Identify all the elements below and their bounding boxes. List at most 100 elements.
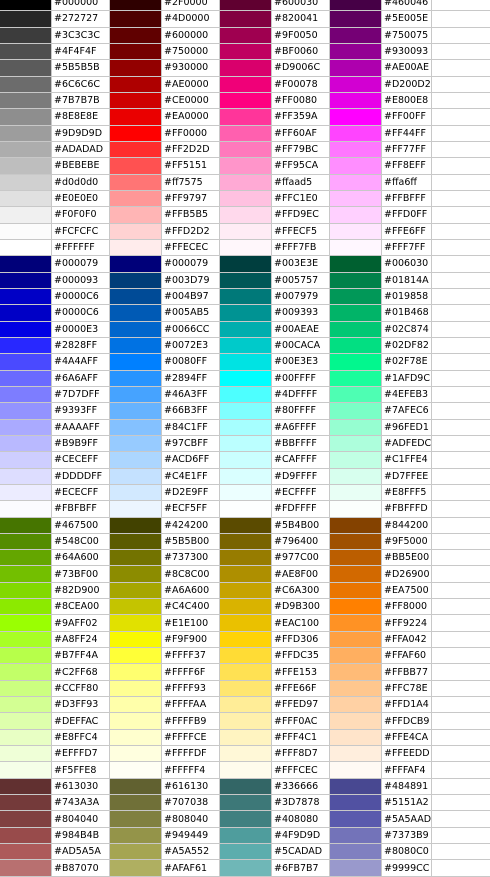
hex-code-label: #820041 <box>272 11 330 27</box>
palette-row: #D3FF93 #FFFFAA #FFED97 #FFD1A4 <box>0 697 490 714</box>
color-swatch <box>330 27 382 43</box>
color-swatch <box>110 811 162 827</box>
color-swatch <box>220 207 272 223</box>
hex-code-label: #7AFEC6 <box>382 403 432 419</box>
color-entry: #80FFFF <box>220 403 330 419</box>
color-swatch <box>0 452 52 468</box>
color-swatch <box>0 860 52 876</box>
color-entry: #0066CC <box>110 321 220 337</box>
color-swatch <box>220 158 272 174</box>
color-entry: #000000 <box>0 0 110 11</box>
color-swatch <box>330 860 382 876</box>
color-entry: #467500 <box>0 517 110 533</box>
color-entry: #4EFEB3 <box>330 386 432 403</box>
hex-code-label: #DDDDFF <box>52 468 110 484</box>
palette-row: #3C3C3C #600000 #9F0050 #750075 <box>0 27 490 44</box>
hex-code-label: #D9B300 <box>272 599 330 615</box>
color-entry: #6A6AFF <box>0 370 110 386</box>
hex-code-label: #FFDCB9 <box>382 713 432 729</box>
color-entry: #844200 <box>330 517 432 533</box>
hex-code-label: #5151A2 <box>382 795 432 811</box>
color-entry: #CE0000 <box>110 92 220 109</box>
palette-row: #4F4F4F #750000 #BF0060 #930093 <box>0 43 490 61</box>
hex-code-label: #CCFF80 <box>52 680 110 697</box>
color-entry: #820041 <box>220 11 330 27</box>
color-entry: #484891 <box>330 778 432 795</box>
color-entry: #1AFD9C <box>330 370 432 386</box>
palette-row: #7B7B7B #CE0000 #FF0080 #E800E8 <box>0 92 490 110</box>
hex-code-label: #796400 <box>272 533 330 550</box>
color-entry: #82D900 <box>0 582 110 599</box>
color-entry: #C4C400 <box>110 599 220 615</box>
hex-code-label: #FF8000 <box>382 599 432 615</box>
color-swatch <box>330 92 382 109</box>
color-entry: #FF9797 <box>110 190 220 207</box>
color-swatch <box>220 370 272 386</box>
color-entry: #FFFFAA <box>110 697 220 713</box>
color-entry: #FFE6FF <box>330 223 432 239</box>
color-swatch <box>220 680 272 697</box>
hex-code-label: #84C1FF <box>162 419 220 435</box>
color-entry: #EAC100 <box>220 615 330 631</box>
color-entry: #949449 <box>110 827 220 844</box>
palette-row: #743A3A #707038 #3D7878 #5151A2 <box>0 795 490 812</box>
hex-code-label: #B7FF4A <box>52 648 110 664</box>
color-swatch <box>110 207 162 223</box>
hex-code-label: #408080 <box>272 811 330 827</box>
color-swatch <box>220 256 272 272</box>
hex-code-label: #930000 <box>162 60 220 76</box>
color-entry: #BBFFFF <box>220 435 330 452</box>
color-swatch <box>110 370 162 386</box>
color-entry: #A5A552 <box>110 844 220 860</box>
color-swatch <box>330 174 382 190</box>
hex-code-label: #FFFFCE <box>162 729 220 746</box>
color-entry: #F0F0F0 <box>0 207 110 223</box>
hex-code-label: #3C3C3C <box>52 27 110 43</box>
hex-code-label: #EA7500 <box>382 582 432 599</box>
hex-code-label: #02F78E <box>382 354 432 370</box>
color-entry: #3D7878 <box>220 795 330 811</box>
color-swatch <box>0 321 52 337</box>
hex-code-label: #C6A300 <box>272 582 330 599</box>
color-swatch <box>220 76 272 92</box>
color-entry: #5E005E <box>330 11 432 27</box>
color-entry: #7D7DFF <box>0 386 110 403</box>
palette-row: #E0E0E0 #FF9797 #FFC1E0 #FFBFFF <box>0 190 490 208</box>
hex-code-label: #FF00FF <box>382 109 432 125</box>
color-swatch <box>0 60 52 76</box>
hex-code-label: #600030 <box>272 0 330 11</box>
color-swatch <box>110 550 162 566</box>
color-swatch <box>110 582 162 599</box>
color-entry: #4D0000 <box>110 11 220 27</box>
color-entry: #C1FFE4 <box>330 452 432 468</box>
color-swatch <box>330 43 382 60</box>
color-swatch <box>220 109 272 125</box>
palette-row: #F0F0F0 #FFB5B5 #FFD9EC #FFD0FF <box>0 207 490 224</box>
palette-row: #4A4AFF #0080FF #00E3E3 #02F78E <box>0 354 490 371</box>
color-swatch <box>110 435 162 452</box>
color-swatch <box>0 158 52 174</box>
color-swatch <box>110 141 162 158</box>
color-swatch <box>110 27 162 43</box>
color-swatch <box>0 419 52 435</box>
hex-code-label: #D26900 <box>382 566 432 582</box>
palette-row: #82D900 #A6A600 #C6A300 #EA7500 <box>0 582 490 600</box>
color-entry: #FFF7FB <box>220 239 330 256</box>
color-entry: #FF359A <box>220 109 330 125</box>
color-swatch <box>0 697 52 713</box>
color-entry: #FFBB77 <box>330 664 432 680</box>
color-entry: #808040 <box>110 811 220 827</box>
color-entry: #8CEA00 <box>0 599 110 615</box>
color-entry: #003E3E <box>220 256 330 272</box>
color-swatch <box>110 501 162 517</box>
color-swatch <box>330 207 382 223</box>
color-entry: #ECFFFF <box>220 484 330 501</box>
color-entry: #F00078 <box>220 76 330 92</box>
color-entry: #984B4B <box>0 827 110 844</box>
palette-row: #DDDDFF #C4E1FF #D9FFFF #D7FFEE <box>0 468 490 485</box>
hex-code-label: #FF9224 <box>382 615 432 631</box>
color-swatch <box>330 321 382 337</box>
color-entry: #7373B9 <box>330 827 432 844</box>
color-entry: #FFDC35 <box>220 648 330 664</box>
color-entry: #AE8F00 <box>220 566 330 582</box>
